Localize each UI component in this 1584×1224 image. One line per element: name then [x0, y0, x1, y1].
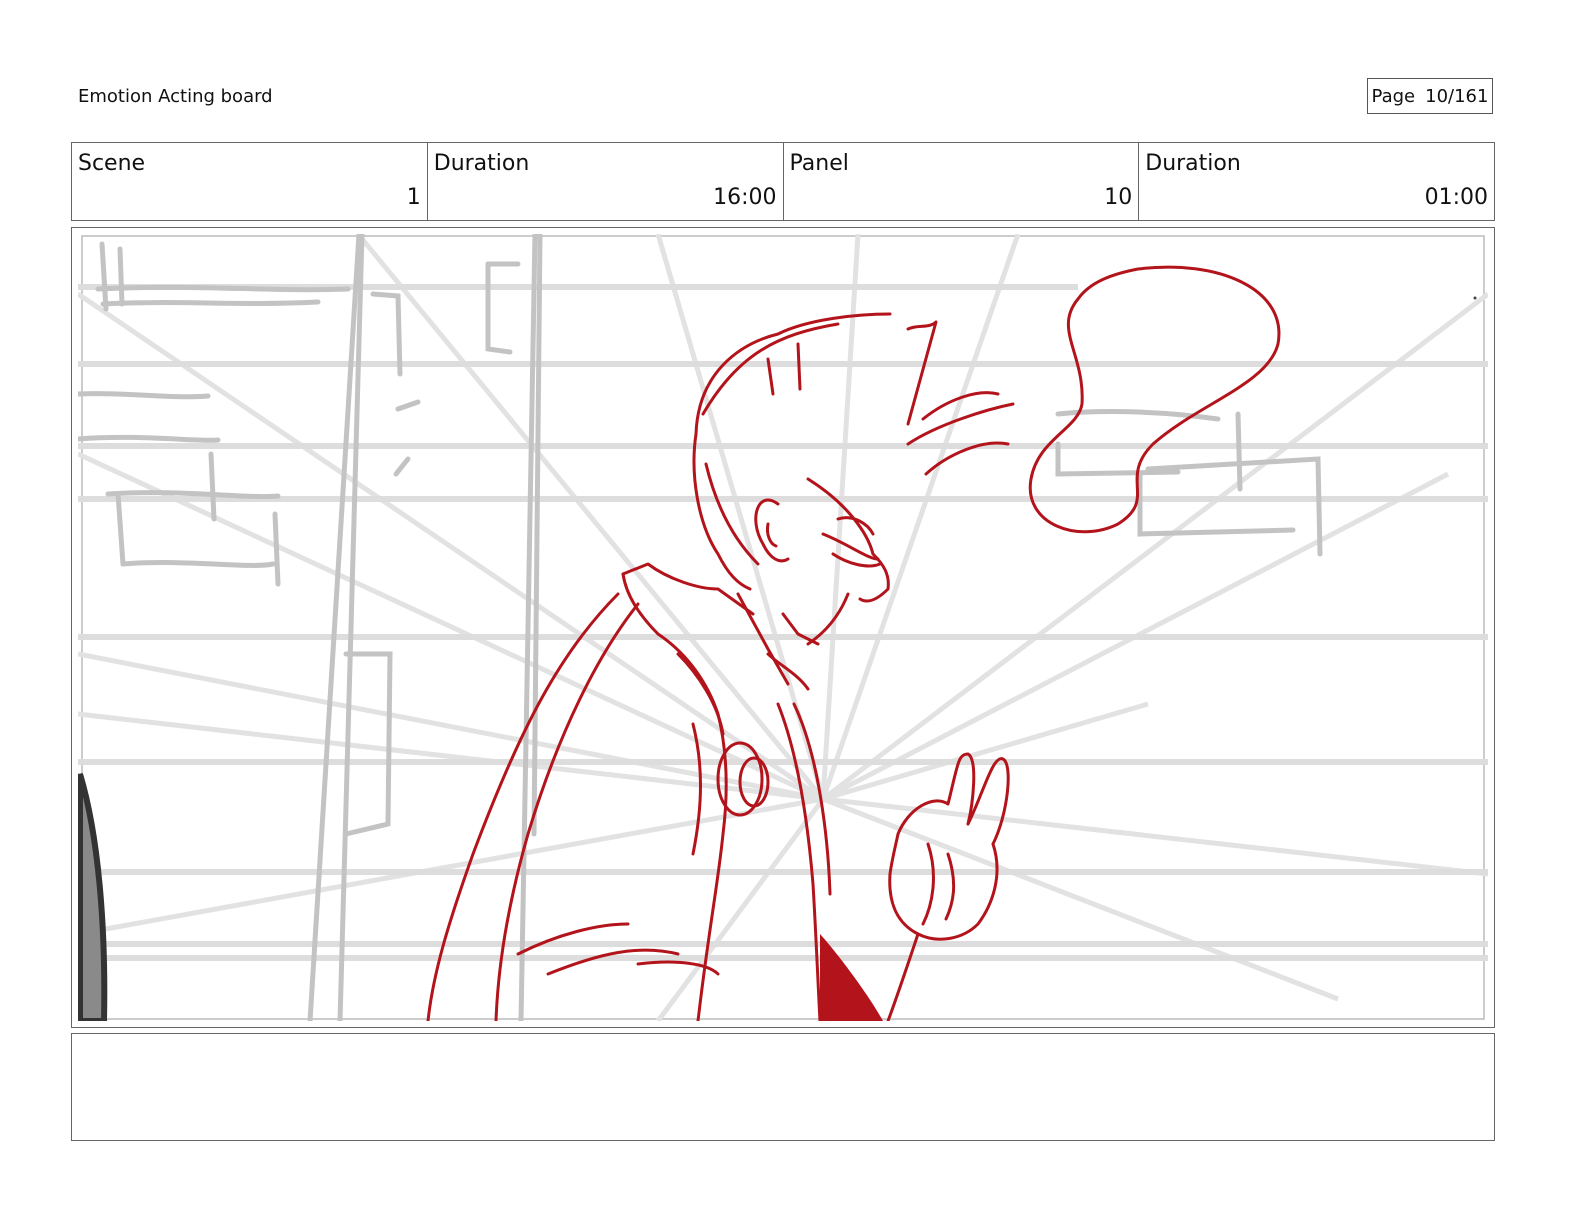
panel-sketch-image — [78, 234, 1488, 1021]
page-indicator: Page 10/161 — [1367, 78, 1493, 114]
panel-label: Panel — [789, 151, 849, 176]
scene-duration-value: 16:00 — [713, 185, 777, 210]
page-label: Page — [1371, 85, 1416, 107]
panel-info-row: Scene 1 Duration 16:00 Panel 10 Duration… — [71, 142, 1495, 221]
page-number: 10/161 — [1425, 85, 1489, 107]
panel-notes-box — [71, 1033, 1495, 1141]
panel-cell: Panel 10 — [784, 143, 1140, 220]
panel-number: 10 — [1104, 185, 1133, 210]
scene-duration-label: Duration — [433, 151, 530, 176]
panel-duration-value: 01:00 — [1424, 185, 1488, 210]
scene-label: Scene — [78, 151, 146, 176]
scene-duration-cell: Duration 16:00 — [428, 143, 784, 220]
panel-duration-label: Duration — [1145, 151, 1241, 176]
panel-frame — [71, 227, 1495, 1028]
board-title: Emotion Acting board — [78, 86, 273, 107]
scene-number: 1 — [406, 185, 421, 210]
scene-cell: Scene 1 — [72, 143, 428, 220]
stray-dot — [1473, 296, 1477, 300]
panel-duration-cell: Duration 01:00 — [1139, 143, 1494, 220]
